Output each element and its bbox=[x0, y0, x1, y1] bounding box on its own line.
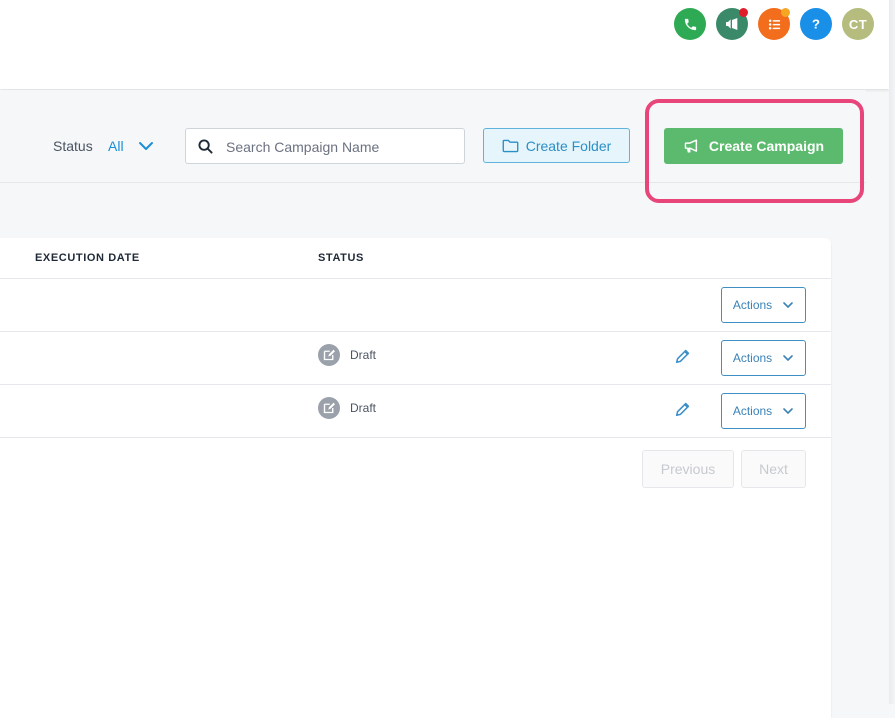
status-cell: Draft bbox=[318, 344, 376, 366]
search-icon bbox=[198, 139, 213, 159]
actions-button[interactable]: Actions bbox=[721, 340, 806, 376]
create-folder-button[interactable]: Create Folder bbox=[483, 128, 630, 163]
actions-button[interactable]: Actions bbox=[721, 287, 806, 323]
create-campaign-button[interactable]: Create Campaign bbox=[664, 128, 843, 164]
previous-page-button[interactable]: Previous bbox=[642, 450, 734, 488]
folder-icon bbox=[502, 139, 519, 152]
chevron-down-icon[interactable] bbox=[137, 138, 155, 159]
top-header: ? CT bbox=[0, 0, 889, 89]
chevron-down-icon bbox=[783, 355, 793, 362]
row-divider bbox=[0, 331, 831, 332]
help-icon[interactable]: ? bbox=[800, 8, 832, 40]
chevron-down-icon bbox=[783, 408, 793, 415]
phone-icon[interactable] bbox=[674, 8, 706, 40]
avatar[interactable]: CT bbox=[842, 8, 874, 40]
megaphone-icon bbox=[684, 139, 698, 153]
draft-icon bbox=[318, 397, 340, 419]
create-campaign-label: Create Campaign bbox=[708, 138, 825, 154]
list-icon[interactable] bbox=[758, 8, 790, 40]
status-filter-value[interactable]: All bbox=[108, 138, 124, 154]
row-divider bbox=[0, 384, 831, 385]
pencil-icon[interactable] bbox=[674, 347, 692, 370]
row-divider bbox=[0, 278, 831, 279]
svg-text:?: ? bbox=[812, 17, 820, 32]
next-page-button[interactable]: Next bbox=[741, 450, 806, 488]
notification-dot bbox=[739, 8, 748, 17]
search-box bbox=[185, 128, 465, 165]
page-edge bbox=[889, 0, 895, 704]
chevron-down-icon bbox=[783, 302, 793, 309]
actions-label: Actions bbox=[732, 404, 773, 418]
megaphone-icon[interactable] bbox=[716, 8, 748, 40]
notification-dot bbox=[781, 8, 790, 17]
column-header-status: STATUS bbox=[318, 252, 364, 264]
status-filter-label: Status bbox=[53, 138, 93, 154]
search-input[interactable] bbox=[224, 129, 458, 165]
row-divider bbox=[0, 437, 831, 438]
create-folder-label: Create Folder bbox=[525, 137, 612, 154]
column-header-execution-date: EXECUTION DATE bbox=[35, 252, 140, 264]
actions-label: Actions bbox=[732, 298, 773, 312]
actions-label: Actions bbox=[732, 351, 773, 365]
pencil-icon[interactable] bbox=[674, 400, 692, 423]
status-text: Draft bbox=[350, 401, 377, 415]
actions-button[interactable]: Actions bbox=[721, 393, 806, 429]
draft-icon bbox=[318, 344, 340, 366]
status-cell: Draft bbox=[318, 397, 376, 419]
status-text: Draft bbox=[350, 348, 377, 362]
